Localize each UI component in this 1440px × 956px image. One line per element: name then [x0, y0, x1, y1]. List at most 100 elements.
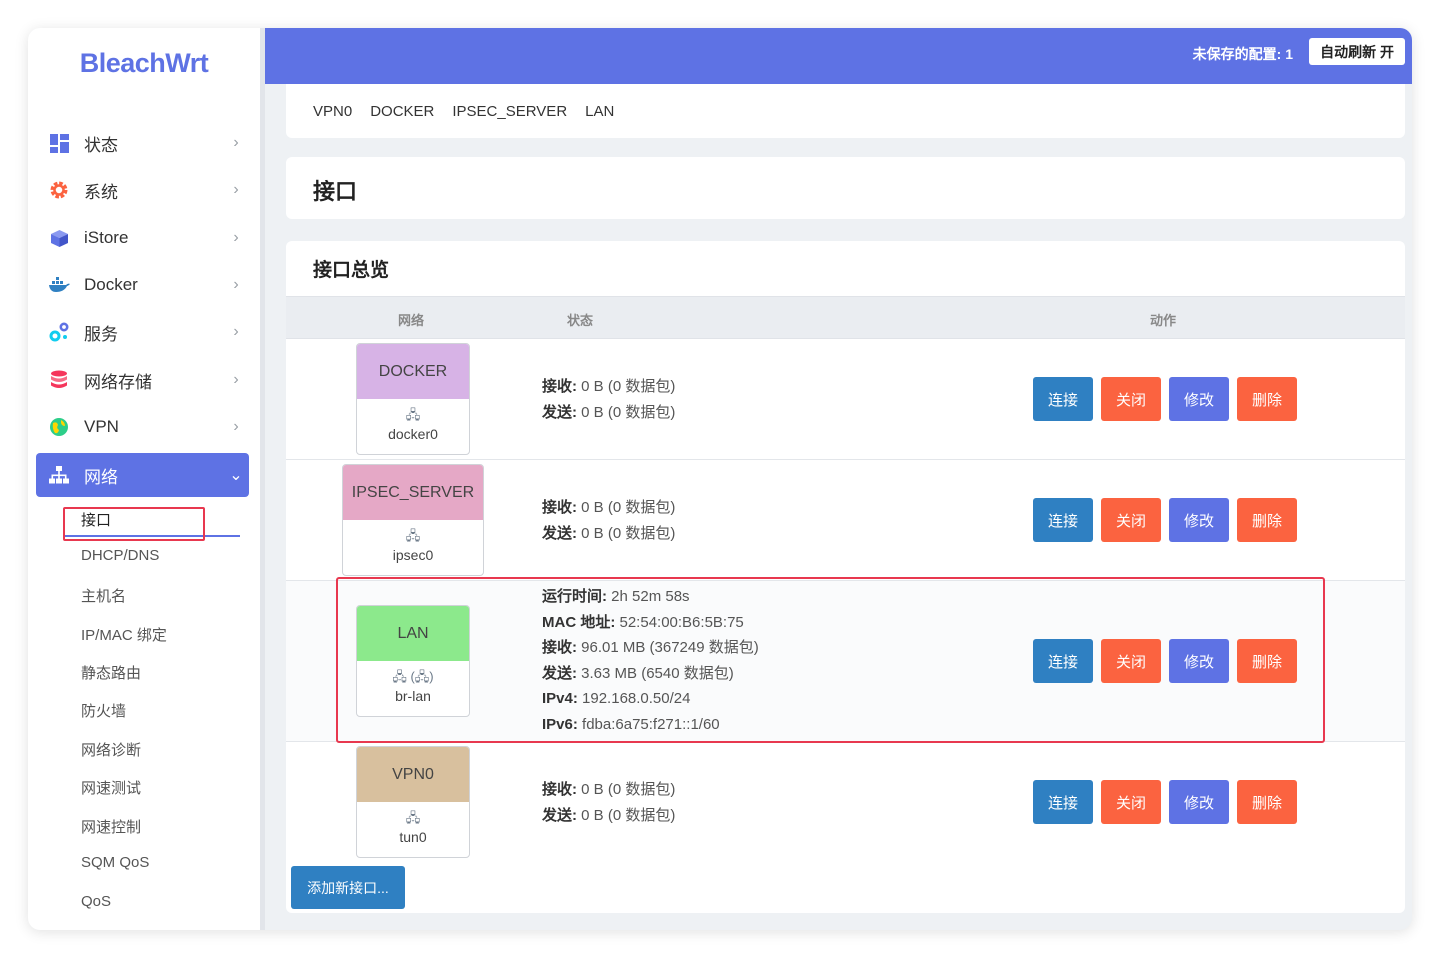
interface-status: 运行时间: 2h 52m 58s MAC 地址: 52:54:00:B6:5B:… — [542, 584, 759, 737]
delete-button[interactable]: 删除 — [1237, 639, 1297, 683]
subnav-static-routes[interactable]: 静态路由 — [81, 662, 141, 683]
interface-status: 接收: 0 B (0 数据包) 发送: 0 B (0 数据包) — [542, 374, 675, 425]
auto-refresh-toggle[interactable]: 自动刷新 开 — [1309, 38, 1405, 65]
edit-button[interactable]: 修改 — [1169, 377, 1229, 421]
sidebar-item-network[interactable]: 网络 ⌄ — [36, 453, 249, 497]
sidebar-item-label: 网络 — [84, 467, 118, 487]
subnav-speedtest[interactable]: 网速测试 — [81, 777, 141, 798]
status-key: 接收: — [542, 378, 577, 395]
status-value: 0 B (0 数据包) — [577, 499, 676, 516]
chevron-right-icon: › — [233, 181, 239, 198]
globe-icon — [48, 416, 70, 438]
interface-tabs: VPN0 DOCKER IPSEC_SERVER LAN — [286, 84, 1405, 138]
interface-name-text: IPSEC_SERVER — [351, 483, 475, 501]
stop-button[interactable]: 关闭 — [1101, 639, 1161, 683]
database-icon — [48, 369, 70, 391]
gear-icon — [48, 179, 70, 201]
edit-button[interactable]: 修改 — [1169, 498, 1229, 542]
stop-button[interactable]: 关闭 — [1101, 377, 1161, 421]
interface-badge-lan[interactable]: LAN 🖧 (🖧) br-lan — [356, 605, 470, 717]
delete-button[interactable]: 删除 — [1237, 498, 1297, 542]
app-window: BleachWrt 状态 › 系统 › iStore › Docker › 服务… — [28, 28, 1412, 930]
interface-badge-docker[interactable]: DOCKER 🖧 docker0 — [356, 343, 470, 455]
connect-button[interactable]: 连接 — [1033, 780, 1093, 824]
status-value: 2h 52m 58s — [607, 588, 690, 605]
status-key: 接收: — [542, 781, 577, 798]
connect-button[interactable]: 连接 — [1033, 498, 1093, 542]
subnav-hostnames[interactable]: 主机名 — [81, 585, 126, 606]
interface-name-text: VPN0 — [392, 765, 434, 783]
status-value: 3.63 MB (6540 数据包) — [577, 664, 734, 682]
interface-badge-ipsec-server[interactable]: IPSEC_SERVER 🖧 ipsec0 — [342, 464, 484, 576]
section-title: 接口总览 — [313, 260, 390, 281]
chevron-right-icon: › — [233, 229, 239, 246]
delete-button[interactable]: 删除 — [1237, 780, 1297, 824]
subnav-speed-control[interactable]: 网速控制 — [81, 816, 141, 837]
sidebar-item-label: 系统 — [84, 182, 118, 202]
sidebar-item-status[interactable]: 状态 › — [36, 121, 249, 165]
table-row: DOCKER 🖧 docker0 接收: 0 B (0 数据包) 发送: 0 B… — [286, 339, 1405, 460]
chevron-right-icon: › — [233, 418, 239, 435]
device-name: docker0 — [388, 426, 438, 442]
unsaved-changes-link[interactable]: 未保存的配置: 1 — [1193, 44, 1293, 64]
row-actions: 连接 关闭 修改 删除 — [1033, 377, 1305, 421]
sidebar-divider — [260, 28, 265, 930]
status-value: 0 B (0 数据包) — [577, 781, 676, 798]
status-value: 192.168.0.50/24 — [577, 690, 691, 707]
connect-button[interactable]: 连接 — [1033, 639, 1093, 683]
tab-ipsec-server[interactable]: IPSEC_SERVER — [452, 103, 567, 120]
interface-badge-vpn0[interactable]: VPN0 🖧 tun0 — [356, 746, 470, 858]
page-title-card: 接口 — [286, 157, 1405, 219]
status-key: IPv4: — [542, 690, 578, 707]
subnav-dhcp-dns[interactable]: DHCP/DNS — [81, 547, 159, 564]
chevron-right-icon: › — [233, 371, 239, 388]
interface-name: VPN0 — [357, 747, 469, 802]
sidebar-item-storage[interactable]: 网络存储 › — [36, 358, 249, 402]
ethernet-port-icon: 🖧 — [405, 407, 421, 422]
status-value: 0 B (0 数据包) — [577, 378, 676, 395]
column-header-status: 状态 — [567, 313, 594, 328]
status-value: 0 B (0 数据包) — [577, 806, 676, 824]
status-key: 接收: — [542, 499, 577, 516]
sidebar-item-label: 状态 — [84, 135, 118, 155]
services-icon — [48, 321, 70, 343]
subnav-diagnostics[interactable]: 网络诊断 — [81, 739, 141, 760]
chevron-right-icon: › — [233, 323, 239, 340]
status-value: 96.01 MB (367249 数据包) — [577, 639, 759, 656]
stop-button[interactable]: 关闭 — [1101, 780, 1161, 824]
interface-name: DOCKER — [357, 344, 469, 399]
connect-button[interactable]: 连接 — [1033, 377, 1093, 421]
device-name: ipsec0 — [392, 547, 434, 563]
tab-vpn0[interactable]: VPN0 — [313, 103, 352, 120]
table-header: 网络 状态 动作 — [286, 296, 1405, 339]
stop-button[interactable]: 关闭 — [1101, 498, 1161, 542]
sidebar-item-services[interactable]: 服务 › — [36, 310, 249, 354]
sidebar-item-system[interactable]: 系统 › — [36, 168, 249, 212]
interface-overview: 接口总览 网络 状态 动作 DOCKER 🖧 docker0 接收: 0 B (… — [286, 241, 1405, 913]
subnav-sqm-qos[interactable]: SQM QoS — [81, 854, 149, 871]
interface-name: LAN — [357, 606, 469, 661]
ethernet-port-icon: 🖧 — [405, 528, 421, 543]
status-key: 运行时间: — [542, 588, 607, 605]
delete-button[interactable]: 删除 — [1237, 377, 1297, 421]
box-icon — [48, 227, 70, 249]
row-actions: 连接 关闭 修改 删除 — [1033, 639, 1305, 683]
subnav-ip-mac-binding[interactable]: IP/MAC 绑定 — [81, 624, 167, 645]
edit-button[interactable]: 修改 — [1169, 639, 1229, 683]
highlight-box — [63, 507, 205, 541]
tab-docker[interactable]: DOCKER — [370, 103, 434, 120]
dashboard-icon — [48, 132, 70, 154]
status-key: 接收: — [542, 639, 577, 656]
add-interface-button[interactable]: 添加新接口... — [291, 866, 405, 909]
subnav-qos[interactable]: QoS — [81, 893, 111, 910]
docker-icon — [48, 274, 70, 296]
sidebar-item-istore[interactable]: iStore › — [36, 216, 249, 260]
chevron-right-icon: › — [233, 134, 239, 151]
sidebar-item-docker[interactable]: Docker › — [36, 263, 249, 307]
edit-button[interactable]: 修改 — [1169, 780, 1229, 824]
table-row: IPSEC_SERVER 🖧 ipsec0 接收: 0 B (0 数据包) 发送… — [286, 460, 1405, 581]
sidebar-item-vpn[interactable]: VPN › — [36, 405, 249, 449]
tab-lan[interactable]: LAN — [585, 103, 614, 120]
device-name: tun0 — [399, 829, 427, 845]
subnav-firewall[interactable]: 防火墙 — [81, 700, 126, 721]
